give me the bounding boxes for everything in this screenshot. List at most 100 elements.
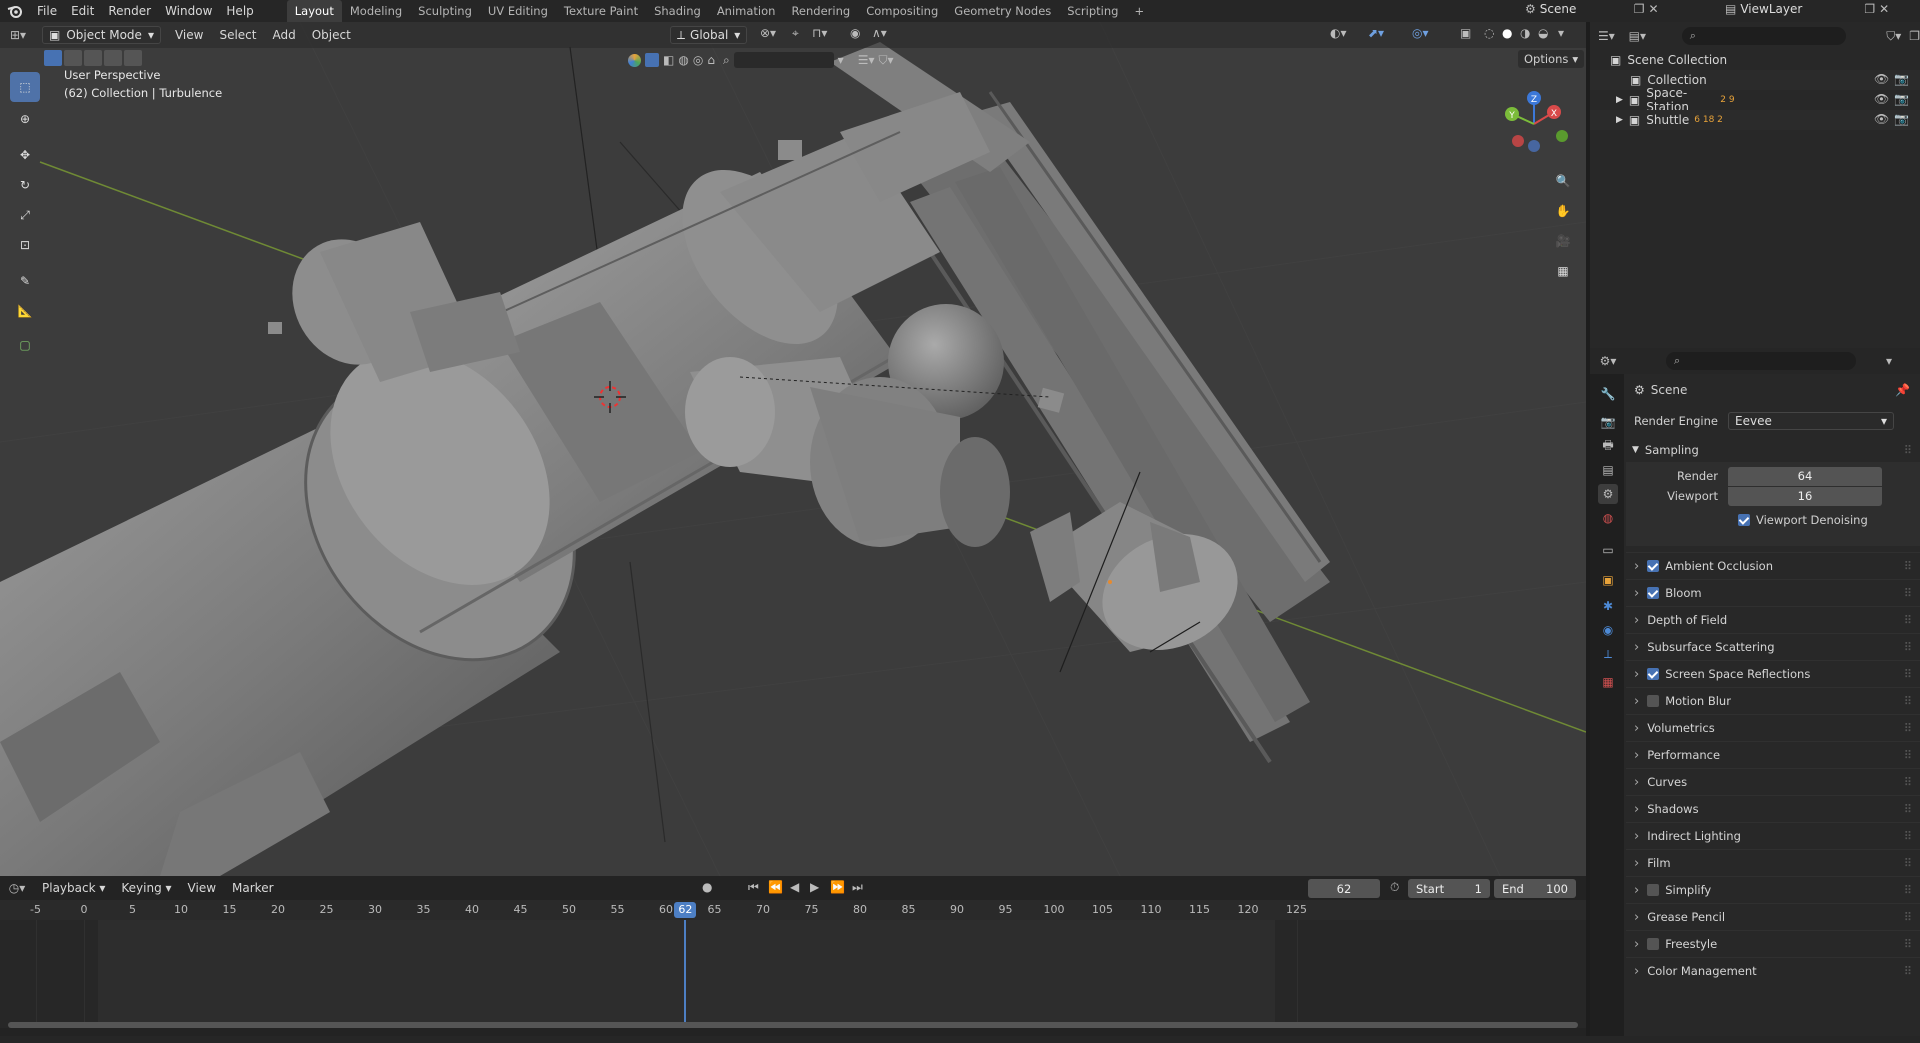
panel-volumetrics[interactable]: › Volumetrics ⠿ [1626, 714, 1920, 741]
panel-motion-blur[interactable]: › Motion Blur ⠿ [1626, 687, 1920, 714]
panel-subsurface-scattering[interactable]: › Subsurface Scattering ⠿ [1626, 633, 1920, 660]
workspace-tab-rendering[interactable]: Rendering [783, 0, 858, 22]
viewport-denoising-checkbox[interactable] [1738, 514, 1750, 526]
drag-handle-icon[interactable]: ⠿ [1904, 613, 1912, 627]
rotate-tool[interactable]: ↻ [10, 170, 40, 200]
properties-editor-type-icon[interactable]: ⚙▾ [1590, 354, 1626, 368]
jump-next-keyframe-icon[interactable]: ⏩ [830, 880, 845, 894]
delete-viewlayer-icon[interactable]: ✕ [1879, 2, 1889, 16]
add-workspace-icon[interactable]: + [1126, 0, 1152, 22]
options-dropdown[interactable]: Options ▾ [1518, 50, 1585, 68]
gizmo-neg-y-axis[interactable] [1556, 130, 1568, 142]
drag-handle-icon[interactable]: ⠿ [1904, 559, 1912, 573]
panel-screen-space-reflections[interactable]: › Screen Space Reflections ⠿ [1626, 660, 1920, 687]
panel-enable-checkbox[interactable] [1647, 560, 1660, 572]
viewport-denoising-row[interactable]: Viewport Denoising [1738, 510, 1868, 530]
transform-orientation-dropdown[interactable]: ⟂ Global ▾ [670, 26, 748, 44]
drag-handle-icon[interactable]: ⠿ [1904, 775, 1912, 789]
output-tab-icon[interactable]: 🖶 [1598, 436, 1618, 456]
keying-menu[interactable]: Keying ▾ [113, 881, 179, 895]
expand-arrow-icon[interactable]: ▶ [1616, 115, 1623, 125]
object-mode-dropdown[interactable]: ▣ Object Mode ▾ [42, 26, 161, 44]
shading-rendered-icon[interactable]: ◒ [1538, 26, 1548, 40]
eye-icon[interactable]: 👁 [1874, 72, 1889, 86]
camera-view-button[interactable]: 🎥 [1550, 228, 1576, 254]
workspace-tab-animation[interactable]: Animation [709, 0, 784, 22]
select-invert-icon[interactable] [104, 50, 122, 66]
panel-performance[interactable]: › Performance ⠿ [1626, 741, 1920, 768]
jump-end-icon[interactable]: ⏭ [852, 880, 863, 895]
expand-arrow-icon[interactable]: ▶ [1616, 95, 1623, 105]
viewport-samples-field[interactable]: 16 [1728, 486, 1882, 506]
playhead-frame-label[interactable]: 62 [674, 902, 697, 918]
current-frame-field[interactable]: 62 [1308, 879, 1380, 898]
navigation-gizmo[interactable]: Z X Y [1494, 84, 1574, 164]
select-new-icon[interactable] [44, 50, 62, 66]
outliner-editor-type-icon[interactable]: ☰▾ [1590, 29, 1623, 43]
panel-enable-checkbox[interactable] [1647, 695, 1660, 707]
snap-target-icon[interactable]: ⊓▾ [812, 26, 827, 40]
cursor-tool[interactable]: ⊕ [10, 104, 40, 134]
filter-light-icon[interactable]: ◍ [678, 53, 688, 67]
stopwatch-icon[interactable]: ⏱ [1390, 880, 1399, 895]
funnel-icon[interactable]: ⛉▾ [878, 53, 893, 68]
scene-selector[interactable]: ⚙ Scene ❐ ✕ [1525, 2, 1659, 16]
jump-prev-keyframe-icon[interactable]: ⏪ [768, 880, 783, 894]
playback-menu[interactable]: Playback ▾ [34, 881, 113, 895]
shading-options-icon[interactable]: ▾ [1558, 26, 1564, 40]
panel-shadows[interactable]: › Shadows ⠿ [1626, 795, 1920, 822]
outliner-item-shuttle[interactable]: ▶ ▣ Shuttle 6 18 2 👁 📷 [1590, 110, 1920, 130]
viewport-menu-view[interactable]: View [167, 28, 211, 42]
panel-enable-checkbox[interactable] [1647, 884, 1660, 896]
drag-handle-icon[interactable]: ⠿ [1904, 694, 1912, 708]
world-tab-icon[interactable]: ◍ [1598, 508, 1618, 528]
drag-handle-icon[interactable]: ⠿ [1904, 856, 1912, 870]
transform-tool[interactable]: ⊡ [10, 230, 40, 260]
end-frame-field[interactable]: End 100 [1494, 879, 1576, 898]
delete-scene-icon[interactable]: ✕ [1649, 2, 1659, 16]
measure-tool[interactable]: 📐 [10, 296, 40, 326]
drag-handle-icon[interactable]: ⠿ [1904, 910, 1912, 924]
eye-icon[interactable]: 👁 [1874, 92, 1889, 106]
menu-help[interactable]: Help [219, 0, 260, 22]
frame-ruler[interactable]: -5 0 5 10 15 20 25 30 35 40 45 50 55 60 65 70 75 80 85 90 95… [0, 900, 1586, 920]
panel-enable-checkbox[interactable] [1647, 668, 1660, 680]
filter-solid-icon[interactable] [645, 53, 659, 67]
tool-tab-icon[interactable]: 🔧 [1598, 384, 1618, 404]
texture-tab-icon[interactable]: ▦ [1598, 672, 1618, 692]
drag-handle-icon[interactable]: ⠿ [1904, 937, 1912, 951]
scale-tool[interactable]: ⤢ [10, 200, 40, 230]
camera-render-icon[interactable]: 📷 [1894, 72, 1909, 86]
ortho-toggle-button[interactable]: ▦ [1550, 258, 1576, 284]
menu-render[interactable]: Render [101, 0, 158, 22]
3d-viewport[interactable]: ⊞▾ ▣ Object Mode ▾ View Select Add Objec… [0, 22, 1586, 876]
panel-color-management[interactable]: › Color Management ⠿ [1626, 957, 1920, 984]
outliner-scene-collection[interactable]: ▣ Scene Collection [1590, 50, 1920, 70]
chevron-down-icon[interactable]: ▾ [838, 53, 844, 67]
panel-ambient-occlusion[interactable]: › Ambient Occlusion ⠿ [1626, 552, 1920, 579]
outliner-search-input[interactable]: ⌕ [1681, 27, 1847, 45]
viewport-menu-add[interactable]: Add [264, 28, 303, 42]
constraints-tab-icon[interactable]: ⟂ [1598, 644, 1618, 664]
panel-curves[interactable]: › Curves ⠿ [1626, 768, 1920, 795]
new-viewlayer-icon[interactable]: ❐ [1864, 2, 1875, 16]
start-frame-field[interactable]: Start 1 [1408, 879, 1490, 898]
panel-grease-pencil[interactable]: › Grease Pencil ⠿ [1626, 903, 1920, 930]
move-tool[interactable]: ✥ [10, 140, 40, 170]
select-intersect-icon[interactable] [124, 50, 142, 66]
sampling-panel-header[interactable]: ▼ Sampling ⠿ [1626, 436, 1920, 463]
display-mode-icon[interactable]: ▤▾ [1623, 29, 1652, 43]
view-layer-tab-icon[interactable]: ▤ [1598, 460, 1618, 480]
viewport-menu-object[interactable]: Object [304, 28, 359, 42]
pivot-icon[interactable]: ⊗▾ [760, 26, 776, 40]
drag-handle-icon[interactable]: ⠿ [1904, 964, 1912, 978]
shading-material-icon[interactable]: ◑ [1520, 26, 1530, 40]
drag-handle-icon[interactable]: ⠿ [1904, 443, 1912, 457]
drag-handle-icon[interactable]: ⠿ [1904, 883, 1912, 897]
panel-simplify[interactable]: › Simplify ⠿ [1626, 876, 1920, 903]
snap-icon[interactable]: ⌖ [792, 26, 799, 41]
select-extend-icon[interactable] [64, 50, 82, 66]
scene-tab-icon[interactable]: ⚙ [1598, 484, 1618, 504]
workspace-tab-scripting[interactable]: Scripting [1059, 0, 1126, 22]
blender-logo-icon[interactable] [0, 0, 30, 22]
